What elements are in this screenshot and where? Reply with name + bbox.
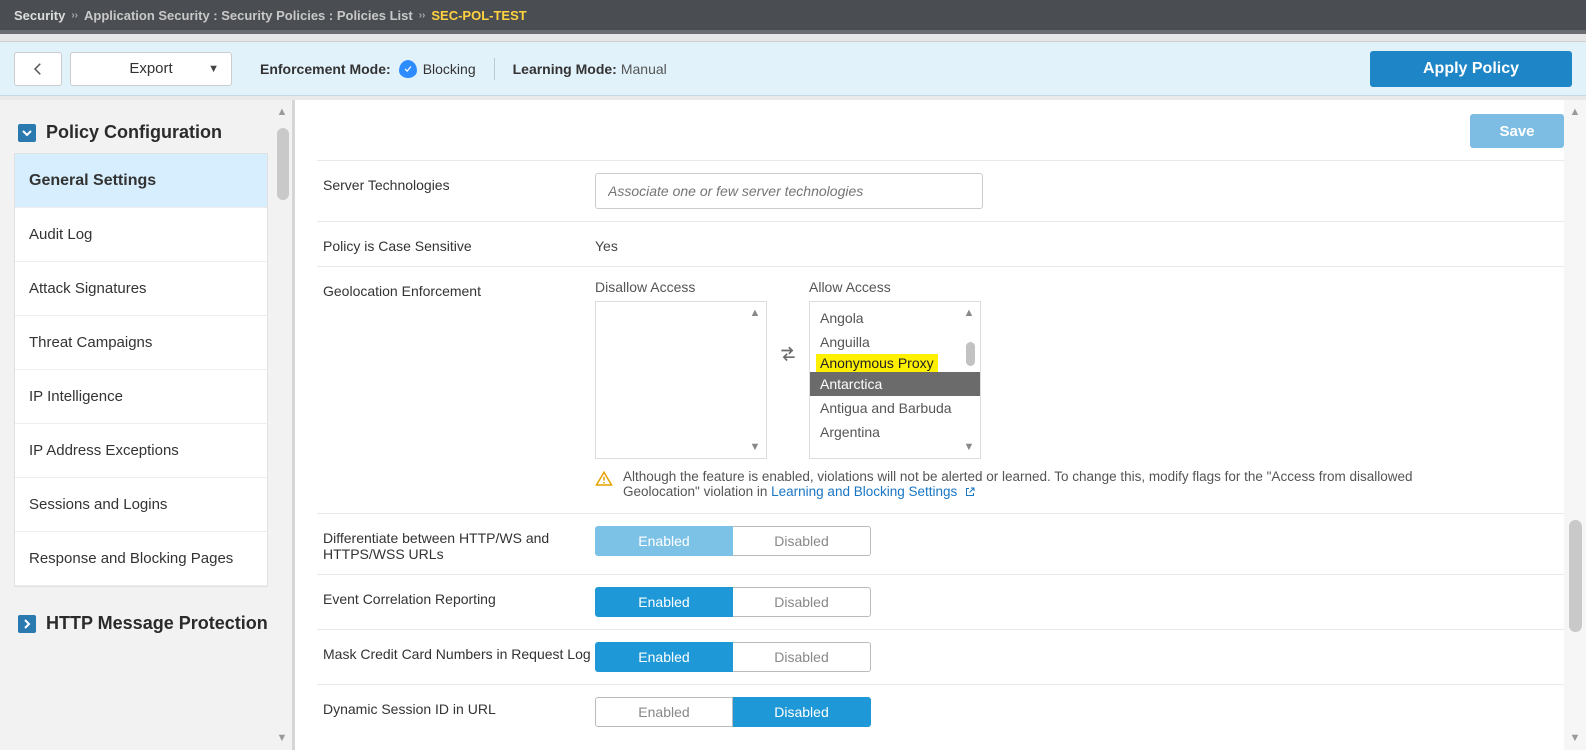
breadcrumb-root[interactable]: Security <box>14 8 65 23</box>
sidebar: Policy Configuration General Settings Au… <box>0 100 292 750</box>
learning-mode-label: Learning Mode: <box>513 61 617 77</box>
sidebar-item-response-blocking-pages[interactable]: Response and Blocking Pages <box>15 532 267 586</box>
case-sensitive-label: Policy is Case Sensitive <box>323 234 595 254</box>
event-correlation-label: Event Correlation Reporting <box>323 587 595 617</box>
main-scrollbar[interactable]: ▲ ▼ <box>1564 100 1586 750</box>
sidebar-scrollbar-thumb[interactable] <box>277 128 289 200</box>
list-item[interactable]: Antigua and Barbuda <box>810 396 980 420</box>
row-mask-cc: Mask Credit Card Numbers in Request Log … <box>317 629 1564 684</box>
mask-cc-toggle: Enabled Disabled <box>595 642 1564 672</box>
toggle-disabled[interactable]: Disabled <box>733 642 871 672</box>
shield-check-icon <box>399 60 417 78</box>
toggle-disabled[interactable]: Disabled <box>733 697 871 727</box>
sidebar-item-general-settings[interactable]: General Settings <box>15 154 267 208</box>
external-link-icon <box>964 485 986 501</box>
breadcrumb-path[interactable]: Application Security : Security Policies… <box>84 8 413 23</box>
collapse-down-icon <box>18 124 36 142</box>
sidebar-section-title: HTTP Message Protection <box>46 613 268 634</box>
main-scrollbar-thumb[interactable] <box>1569 520 1582 632</box>
enforcement-mode-label: Enforcement Mode: <box>260 61 391 77</box>
learning-mode-value: Manual <box>621 61 667 77</box>
sidebar-item-ip-intelligence[interactable]: IP Intelligence <box>15 370 267 424</box>
geolocation-warning: Although the feature is enabled, violati… <box>595 469 1475 501</box>
enforcement-mode: Enforcement Mode: Blocking <box>260 60 476 78</box>
disallow-access-listbox[interactable]: ▲ ▼ <box>595 301 767 459</box>
enforcement-mode-value: Blocking <box>423 61 476 77</box>
breadcrumb-sep-icon: ›› <box>71 10 78 21</box>
list-item-highlighted[interactable]: Anonymous Proxy <box>816 354 938 372</box>
scroll-down-icon: ▼ <box>960 438 978 456</box>
divider <box>494 58 495 80</box>
warning-text: Although the feature is enabled, violati… <box>623 469 1413 499</box>
sidebar-section-policy-config[interactable]: Policy Configuration <box>14 114 292 153</box>
export-label: Export <box>129 60 172 77</box>
export-dropdown[interactable]: Export ▼ <box>70 52 232 86</box>
learning-blocking-settings-link[interactable]: Learning and Blocking Settings <box>771 484 957 499</box>
sidebar-section-title: Policy Configuration <box>46 122 222 143</box>
apply-policy-button[interactable]: Apply Policy <box>1370 51 1572 87</box>
breadcrumb: Security ›› Application Security : Secur… <box>0 0 1586 34</box>
swap-horizontal-icon <box>778 343 798 363</box>
geolocation-enforcement-label: Geolocation Enforcement <box>323 279 595 299</box>
dynamic-session-toggle: Enabled Disabled <box>595 697 1564 727</box>
back-button[interactable] <box>14 52 62 86</box>
breadcrumb-sep-icon: ›› <box>419 10 426 21</box>
row-event-correlation: Event Correlation Reporting Enabled Disa… <box>317 574 1564 629</box>
scroll-down-icon: ▼ <box>277 732 288 744</box>
toolbar: Export ▼ Enforcement Mode: Blocking Lear… <box>0 42 1586 96</box>
toggle-enabled[interactable]: Enabled <box>595 587 733 617</box>
allow-access-listbox[interactable]: Angola Anguilla Anonymous Proxy Antarcti… <box>809 301 981 459</box>
row-case-sensitive: Policy is Case Sensitive Yes <box>317 221 1564 266</box>
warning-triangle-icon <box>595 470 613 488</box>
scroll-up-icon: ▲ <box>746 304 764 322</box>
sidebar-section-http-message-protection[interactable]: HTTP Message Protection <box>14 605 292 644</box>
toggle-enabled[interactable]: Enabled <box>595 526 733 556</box>
sidebar-item-ip-address-exceptions[interactable]: IP Address Exceptions <box>15 424 267 478</box>
collapse-right-icon <box>18 615 36 633</box>
caret-down-icon: ▼ <box>208 63 219 75</box>
scrollbar-thumb[interactable] <box>966 342 975 366</box>
toggle-disabled[interactable]: Disabled <box>733 587 871 617</box>
save-button[interactable]: Save <box>1470 114 1564 148</box>
main-panel: Save Server Technologies Policy is Case … <box>295 100 1586 750</box>
list-item-selected[interactable]: Antarctica <box>810 372 980 396</box>
scroll-up-icon: ▲ <box>277 106 288 118</box>
server-technologies-label: Server Technologies <box>323 173 595 209</box>
breadcrumb-current: SEC-POL-TEST <box>431 8 526 23</box>
row-differentiate-http-ws: Differentiate between HTTP/WS and HTTPS/… <box>317 513 1564 574</box>
sidebar-nav-list: General Settings Audit Log Attack Signat… <box>14 153 268 587</box>
scroll-down-icon: ▼ <box>1570 732 1581 744</box>
mask-cc-label: Mask Credit Card Numbers in Request Log <box>323 642 595 672</box>
sidebar-item-attack-signatures[interactable]: Attack Signatures <box>15 262 267 316</box>
row-server-technologies: Server Technologies <box>317 160 1564 221</box>
learning-mode: Learning Mode: Manual <box>513 61 667 77</box>
row-dynamic-session-id: Dynamic Session ID in URL Enabled Disabl… <box>317 684 1564 739</box>
arrow-left-icon <box>29 60 47 78</box>
server-technologies-input[interactable] <box>595 173 983 209</box>
sidebar-item-sessions-and-logins[interactable]: Sessions and Logins <box>15 478 267 532</box>
dynamic-session-id-label: Dynamic Session ID in URL <box>323 697 595 727</box>
sidebar-item-audit-log[interactable]: Audit Log <box>15 208 267 262</box>
list-item[interactable]: Argentina <box>810 420 980 444</box>
row-geolocation-enforcement: Geolocation Enforcement Disallow Access … <box>317 266 1564 513</box>
toggle-enabled[interactable]: Enabled <box>595 642 733 672</box>
disallow-access-header: Disallow Access <box>595 279 767 295</box>
divider <box>0 34 1586 42</box>
list-item[interactable]: Anguilla <box>810 330 980 354</box>
toggle-disabled[interactable]: Disabled <box>733 526 871 556</box>
toggle-enabled[interactable]: Enabled <box>595 697 733 727</box>
allow-access-header: Allow Access <box>809 279 981 295</box>
scroll-up-icon: ▲ <box>960 304 978 322</box>
scroll-up-icon: ▲ <box>1570 106 1581 118</box>
sidebar-item-threat-campaigns[interactable]: Threat Campaigns <box>15 316 267 370</box>
differentiate-http-ws-label: Differentiate between HTTP/WS and HTTPS/… <box>323 526 595 562</box>
differentiate-toggle: Enabled Disabled <box>595 526 1564 556</box>
event-correlation-toggle: Enabled Disabled <box>595 587 1564 617</box>
swap-buttons[interactable] <box>767 279 809 363</box>
scroll-down-icon: ▼ <box>746 438 764 456</box>
case-sensitive-value: Yes <box>595 234 1564 254</box>
list-item[interactable]: Angola <box>810 306 980 330</box>
